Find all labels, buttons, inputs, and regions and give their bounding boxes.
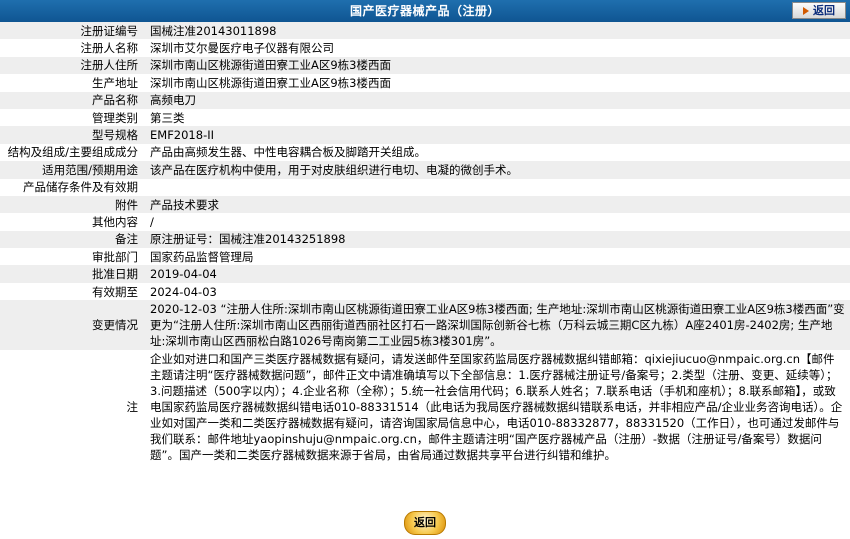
table-row: 适用范围/预期用途 该产品在医疗机构中使用，用于对皮肤组织进行电切、电凝的微创手术… (0, 161, 850, 179)
field-value: / (144, 213, 850, 231)
field-value: 深圳市南山区桃源街道田寮工业A区9栋3楼西面 (144, 74, 850, 92)
field-value: 产品技术要求 (144, 195, 850, 214)
table-row: 型号规格 EMF2018-II (0, 126, 850, 144)
table-row: 注册证编号 国械注准20143011898 (0, 22, 850, 40)
table-row: 产品名称 高频电刀 (0, 91, 850, 109)
field-label: 产品储存条件及有效期 (0, 178, 144, 196)
table-row: 有效期至 2024-04-03 (0, 282, 850, 301)
field-label: 审批部门 (0, 248, 144, 266)
back-button-top[interactable]: 返回 (792, 2, 846, 19)
field-value: 国械注准20143011898 (144, 22, 850, 40)
field-label: 注册人住所 (0, 56, 144, 75)
field-value: 该产品在医疗机构中使用，用于对皮肤组织进行电切、电凝的微创手术。 (144, 161, 850, 179)
table-row: 管理类别 第三类 (0, 108, 850, 127)
field-label: 备注 (0, 230, 144, 249)
field-label: 有效期至 (0, 282, 144, 301)
field-value: 第三类 (144, 108, 850, 127)
arrow-right-icon (803, 7, 809, 15)
back-button-top-label: 返回 (813, 4, 835, 17)
field-label: 适用范围/预期用途 (0, 161, 144, 179)
detail-table: 注册证编号 国械注准20143011898 注册人名称 深圳市艾尔曼医疗电子仪器有限公… (0, 22, 850, 465)
field-label: 生产地址 (0, 74, 144, 92)
table-row: 注册人名称 深圳市艾尔曼医疗电子仪器有限公司 (0, 39, 850, 57)
field-value (144, 178, 850, 196)
field-label: 注册证编号 (0, 22, 144, 40)
page-title: 国产医疗器械产品（注册） (349, 4, 500, 18)
field-value: 高频电刀 (144, 91, 850, 109)
table-row: 产品储存条件及有效期 (0, 178, 850, 196)
table-row: 注企业如对进口和国产三类医疗器械数据有疑问，请发送邮件至国家药监局医疗器械数据纠… (0, 350, 850, 465)
field-label: 型号规格 (0, 126, 144, 144)
field-value: 深圳市艾尔曼医疗电子仪器有限公司 (144, 39, 850, 57)
field-value: 2020-12-03 “注册人住所:深圳市南山区桃源街道田寮工业A区9栋3楼西面… (144, 300, 850, 351)
table-row: 审批部门 国家药品监督管理局 (0, 248, 850, 266)
field-value: 深圳市南山区桃源街道田寮工业A区9栋3楼西面 (144, 56, 850, 75)
table-row: 变更情况 2020-12-03 “注册人住所:深圳市南山区桃源街道田寮工业A区9栋… (0, 300, 850, 351)
table-row: 备注 原注册证号：国械注准20143251898 (0, 230, 850, 249)
table-row: 其他内容 / (0, 213, 850, 231)
title-bar: 国产医疗器械产品（注册） 返回 (0, 0, 850, 22)
field-value: 2024-04-03 (144, 282, 850, 301)
footer: 返回 (0, 509, 850, 539)
field-label: 批准日期 (0, 265, 144, 283)
field-label: 注册人名称 (0, 39, 144, 57)
field-value: 原注册证号：国械注准20143251898 (144, 230, 850, 249)
field-label: 附件 (0, 195, 144, 214)
table-row: 批准日期 2019-04-04 (0, 265, 850, 283)
registration-detail-page: 国产医疗器械产品（注册） 返回 注册证编号 国械注准20143011898 注册人名… (0, 0, 850, 539)
table-row: 注册人住所 深圳市南山区桃源街道田寮工业A区9栋3楼西面 (0, 56, 850, 75)
field-label: 产品名称 (0, 91, 144, 109)
field-value: 国家药品监督管理局 (144, 248, 850, 266)
field-label: 其他内容 (0, 213, 144, 231)
field-value: EMF2018-II (144, 126, 850, 144)
back-button-bottom[interactable]: 返回 (404, 511, 446, 535)
field-label: 注 (0, 350, 144, 465)
field-label: 管理类别 (0, 108, 144, 127)
field-label: 变更情况 (0, 300, 144, 351)
field-value: 产品由高频发生器、中性电容耦合板及脚踏开关组成。 (144, 143, 850, 162)
field-value: 2019-04-04 (144, 265, 850, 283)
table-row: 附件 产品技术要求 (0, 195, 850, 214)
field-label: 结构及组成/主要组成成分 (0, 143, 144, 162)
field-value: 企业如对进口和国产三类医疗器械数据有疑问，请发送邮件至国家药监局医疗器械数据纠错… (144, 350, 850, 465)
table-row: 生产地址 深圳市南山区桃源街道田寮工业A区9栋3楼西面 (0, 74, 850, 92)
table-row: 结构及组成/主要组成成分 产品由高频发生器、中性电容耦合板及脚踏开关组成。 (0, 143, 850, 162)
